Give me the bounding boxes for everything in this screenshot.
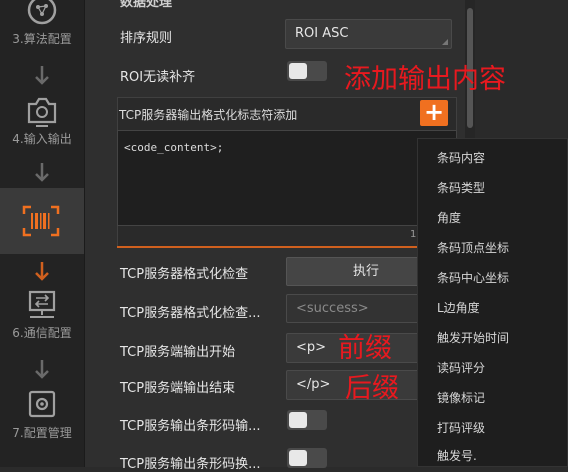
tcp-output-start-label: TCP服务端输出开始 [120,345,236,360]
tcp-check-result-field[interactable]: <success> [286,294,421,323]
format-partial-digit: 1 [410,229,417,240]
add-format-button[interactable]: + [420,100,448,126]
sidebar-item-comm[interactable]: 6.通信配置 [0,290,84,341]
tcp-format-add-label: TCP服务器输出格式化标志符添加 [119,108,298,122]
menu-item[interactable]: 镜像标记 [437,389,485,406]
algorithm-icon [27,0,57,25]
resize-corner-icon [442,39,448,45]
gear-icon [28,390,56,418]
format-dropdown-menu: 条码内容 条码类型 角度 条码顶点坐标 条码中心坐标 L边角度 触发开始时间 读… [417,138,568,467]
tcp-barcode-output-toggle[interactable] [287,410,327,430]
arrow-down-icon [35,163,49,182]
menu-item[interactable]: 读码评分 [437,359,485,376]
menu-item[interactable]: 触发开始时间 [437,329,509,346]
tcp-barcode-switch-label: TCP服务输出条形码换... [120,457,261,472]
arrow-down-icon [35,262,49,281]
roi-no-fill-label: ROI无读补齐 [120,70,196,85]
sort-rule-value: ROI ASC [295,26,349,41]
menu-item[interactable]: L边角度 [437,299,480,316]
menu-item[interactable]: 条码顶点坐标 [437,239,509,256]
menu-item[interactable]: 条码中心坐标 [437,269,509,286]
sidebar-item-label: 6.通信配置 [12,326,72,340]
format-textarea[interactable]: <code_content>; [117,130,457,226]
annotation-add-output: 添加输出内容 [344,64,506,95]
annotation-prefix: 前缀 [338,333,392,364]
sidebar-item-barcode[interactable] [0,188,84,254]
sidebar-item-algorithm[interactable]: 3.算法配置 [0,0,84,47]
tcp-check-result-label: TCP服务器格式化检查... [120,306,261,321]
sidebar-item-io[interactable]: 4.输入输出 [0,94,84,147]
annotation-suffix: 后缀 [345,373,399,404]
sort-rule-select[interactable]: ROI ASC [285,19,452,49]
sidebar-item-config[interactable]: 7.配置管理 [0,390,84,441]
menu-item[interactable]: 触发号. [437,447,477,464]
roi-no-fill-toggle[interactable] [287,61,327,81]
barcode-icon [22,205,60,237]
tcp-output-end-label: TCP服务端输出结束 [120,381,236,396]
tcp-check-label: TCP服务器格式化检查 [120,267,249,282]
tcp-barcode-switch-toggle[interactable] [287,448,327,468]
arrow-down-icon [35,360,49,379]
menu-item[interactable]: 角度 [437,209,461,226]
sort-rule-label: 排序规则 [120,31,173,46]
sidebar-item-label: 7.配置管理 [12,426,72,440]
menu-item[interactable]: 打码评级 [437,419,485,436]
network-icon [28,290,56,318]
menu-item[interactable]: 条码内容 [437,149,485,166]
sidebar-item-label: 3.算法配置 [12,32,72,46]
sidebar: 3.算法配置 4.输入输出 6.通信配置 7.配置管理 [0,0,85,467]
arrow-down-icon [35,66,49,85]
camera-io-icon [27,97,57,127]
tcp-barcode-output-label: TCP服务输出条形码输... [120,419,261,434]
menu-item[interactable]: 条码类型 [437,179,485,196]
sidebar-item-label: 4.输入输出 [12,132,72,146]
section-title: 数据处理 [120,0,173,10]
format-underline [117,246,417,248]
